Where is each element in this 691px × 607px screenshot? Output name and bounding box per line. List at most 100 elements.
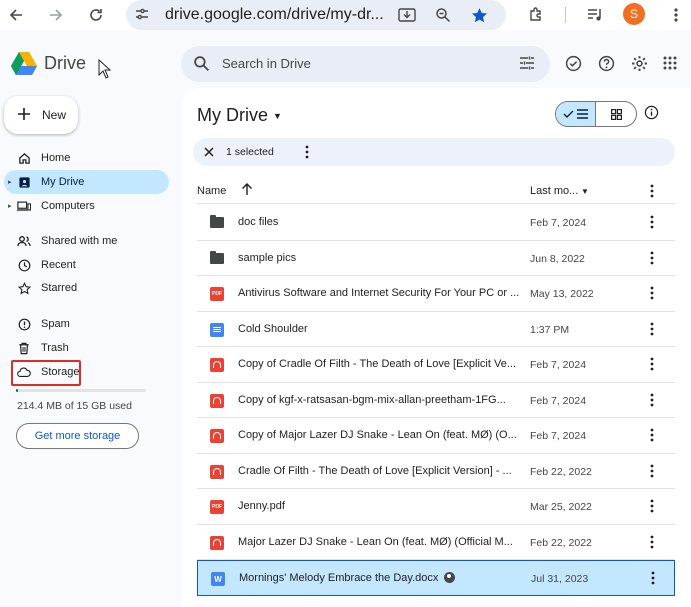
file-row[interactable]: Copy of Major Lazer DJ Snake - Lean On (… [197, 418, 675, 454]
sidebar-item-starred[interactable]: Starred [4, 276, 169, 300]
row-more-actions-icon[interactable] [650, 357, 654, 374]
extensions-icon[interactable] [524, 3, 548, 27]
view-toggle [555, 101, 637, 127]
reload-icon[interactable] [84, 3, 108, 27]
get-more-storage-button[interactable]: Get more storage [16, 423, 139, 449]
sidebar-item-label: Home [41, 152, 71, 164]
page-title[interactable]: My Drive [197, 105, 268, 126]
file-name[interactable]: Mornings' Melody Embrace the Day.docx [239, 572, 521, 584]
expand-caret-icon[interactable]: ▸ [8, 178, 12, 186]
new-button[interactable]: New [4, 96, 78, 134]
file-name[interactable]: sample pics [238, 252, 520, 264]
expand-caret-icon[interactable]: ▸ [8, 202, 12, 210]
my-drive-icon [17, 175, 31, 189]
mouse-cursor-icon [98, 58, 112, 84]
row-more-actions-icon[interactable] [650, 499, 654, 516]
row-more-actions-icon[interactable] [650, 215, 654, 232]
file-name[interactable]: Copy of Major Lazer DJ Snake - Lean On (… [238, 429, 520, 441]
site-settings-icon[interactable] [134, 6, 150, 27]
settings-gear-icon[interactable] [628, 52, 650, 74]
sidebar-item-my-drive[interactable]: ▸ My Drive [4, 170, 169, 194]
trash-icon [17, 341, 31, 355]
browser-menu-icon[interactable] [664, 3, 688, 27]
sidebar-item-home[interactable]: Home [4, 146, 169, 170]
clear-selection-icon[interactable] [203, 145, 215, 163]
pdf-file-icon: PDF [210, 287, 224, 301]
column-options-icon[interactable] [650, 184, 654, 201]
new-button-label: New [42, 108, 67, 122]
file-name[interactable]: Copy of Cradle Of Filth - The Death of L… [238, 358, 520, 370]
row-more-actions-icon[interactable] [650, 286, 654, 303]
storage-quota-bar [16, 389, 146, 392]
audio-file-icon [210, 535, 224, 550]
address-bar[interactable]: drive.google.com/drive/my-dr... [126, 0, 506, 30]
row-more-actions-icon[interactable] [650, 535, 654, 552]
row-more-actions-icon[interactable] [650, 393, 654, 410]
shared-badge-icon [444, 572, 456, 583]
file-name[interactable]: Antivirus Software and Internet Security… [238, 287, 520, 299]
sidebar-item-recent[interactable]: Recent [4, 253, 169, 277]
row-more-actions-icon[interactable] [650, 251, 654, 268]
star-icon [17, 281, 31, 295]
sidebar-item-computers[interactable]: ▸ Computers [4, 194, 169, 218]
row-more-actions-icon[interactable] [651, 571, 655, 588]
sidebar-item-trash[interactable]: Trash [4, 336, 169, 360]
row-more-actions-icon[interactable] [650, 322, 654, 339]
search-options-icon[interactable] [519, 55, 535, 76]
sidebar-item-spam[interactable]: Spam [4, 312, 169, 336]
row-more-actions-icon[interactable] [650, 464, 654, 481]
file-row[interactable]: Cold Shoulder 1:37 PM [197, 312, 675, 347]
sidebar-item-shared-with-me[interactable]: Shared with me [4, 229, 169, 253]
audio-file-icon [210, 464, 224, 479]
file-row[interactable]: PDF Antivirus Software and Internet Secur… [197, 276, 675, 312]
column-header-last-modified[interactable]: Last mo... [530, 185, 578, 197]
file-table-header: Name Last mo... ▼ [197, 180, 675, 204]
file-row[interactable]: W Mornings' Melody Embrace the Day.docx Ju… [197, 560, 675, 596]
sort-arrow-up-icon[interactable] [241, 182, 253, 199]
file-row[interactable]: Copy of Cradle Of Filth - The Death of L… [197, 347, 675, 383]
file-row[interactable]: sample pics Jun 8, 2022 [197, 241, 675, 276]
file-name[interactable]: Cradle Of Filth - The Death of Love [Exp… [238, 465, 520, 477]
title-dropdown-icon[interactable]: ▼ [273, 111, 282, 121]
file-row[interactable]: Copy of kgf-x-ratsasan-bgm-mix-allan-pre… [197, 383, 675, 418]
media-controls-icon[interactable] [583, 3, 607, 27]
install-app-icon[interactable] [396, 4, 418, 26]
search-icon[interactable] [193, 55, 210, 77]
file-name[interactable]: Copy of kgf-x-ratsasan-bgm-mix-allan-pre… [238, 394, 520, 406]
app-name[interactable]: Drive [44, 53, 86, 74]
list-view-button[interactable] [556, 102, 597, 126]
file-name[interactable]: Jenny.pdf [238, 500, 520, 512]
column-header-name[interactable]: Name [197, 185, 226, 197]
file-name[interactable]: Major Lazer DJ Snake - Lean On (feat. MØ… [238, 536, 520, 548]
drive-logo-icon[interactable] [10, 51, 38, 81]
file-name[interactable]: Cold Shoulder [238, 323, 520, 335]
zoom-icon[interactable] [432, 4, 454, 26]
offline-ready-icon[interactable] [562, 52, 584, 74]
selection-count: 1 selected [226, 146, 274, 158]
file-name[interactable]: doc files [238, 216, 520, 228]
sort-dropdown-icon[interactable]: ▼ [581, 187, 589, 196]
search-input[interactable]: Search in Drive [222, 56, 311, 71]
back-icon[interactable] [4, 3, 28, 27]
file-modified-date: Feb 7, 2024 [530, 359, 587, 371]
bookmark-star-icon[interactable] [468, 4, 490, 26]
file-row[interactable]: PDF Jenny.pdf Mar 25, 2022 [197, 489, 675, 525]
file-row[interactable]: doc files Feb 7, 2024 [197, 205, 675, 241]
file-name-text: Cradle Of Filth - The Death of Love [Exp… [238, 464, 512, 477]
forward-icon[interactable] [44, 3, 68, 27]
file-row[interactable]: Major Lazer DJ Snake - Lean On (feat. MØ… [197, 525, 675, 560]
row-more-actions-icon[interactable] [650, 428, 654, 445]
pdf-file-icon: PDF [210, 500, 224, 514]
browser-toolbar: drive.google.com/drive/my-dr... S [0, 0, 691, 30]
sidebar-item-label: Computers [41, 200, 95, 212]
search-box[interactable]: Search in Drive [181, 46, 550, 82]
grid-view-button[interactable] [596, 102, 636, 126]
sidebar-item-label: Trash [41, 342, 69, 354]
help-icon[interactable] [595, 52, 617, 74]
file-row[interactable]: Cradle Of Filth - The Death of Love [Exp… [197, 454, 675, 489]
profile-avatar[interactable]: S [623, 3, 645, 25]
selection-more-actions-icon[interactable] [305, 145, 309, 164]
file-name-text: Antivirus Software and Internet Security… [238, 287, 520, 299]
info-icon[interactable] [644, 105, 659, 125]
apps-grid-icon[interactable] [659, 52, 681, 74]
